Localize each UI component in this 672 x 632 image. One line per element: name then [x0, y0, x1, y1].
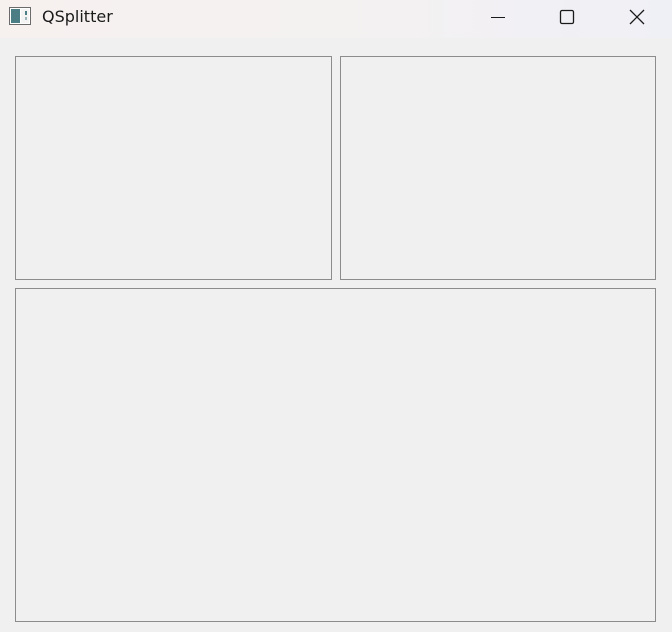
minimize-button[interactable]: [463, 0, 533, 34]
splitter-pane-top-left[interactable]: [15, 56, 332, 280]
splitter-handle-vertical[interactable]: [332, 56, 340, 280]
splitter-pane-top-right[interactable]: [340, 56, 656, 280]
minimize-icon: [491, 17, 505, 18]
window-title: QSplitter: [42, 7, 113, 26]
splitter-pane-bottom[interactable]: [15, 288, 656, 622]
maximize-icon: [559, 9, 575, 25]
maximize-button[interactable]: [532, 0, 602, 34]
close-icon: [629, 9, 645, 25]
title-bar[interactable]: QSplitter: [0, 0, 672, 38]
splitter-handle-horizontal[interactable]: [15, 280, 656, 288]
main-window: QSplitter: [0, 0, 672, 632]
close-button[interactable]: [602, 0, 672, 34]
app-icon[interactable]: [9, 7, 31, 25]
